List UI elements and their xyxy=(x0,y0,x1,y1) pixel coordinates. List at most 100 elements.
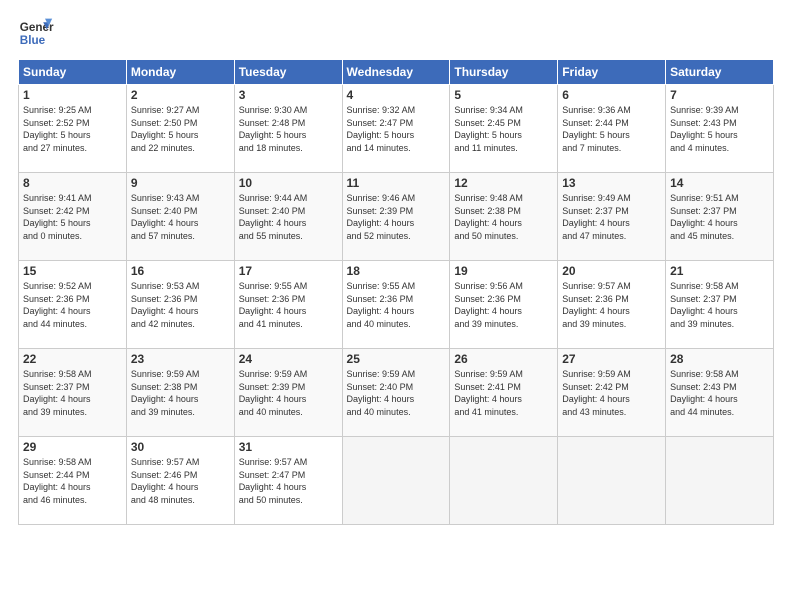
calendar-cell: 10 Sunrise: 9:44 AM Sunset: 2:40 PM Dayli… xyxy=(234,173,342,261)
page-container: General Blue SundayMondayTuesdayWednesda… xyxy=(0,0,792,612)
calendar-cell: 2 Sunrise: 9:27 AM Sunset: 2:50 PM Daylig… xyxy=(126,85,234,173)
calendar-cell: 1 Sunrise: 9:25 AM Sunset: 2:52 PM Daylig… xyxy=(19,85,127,173)
calendar-cell: 20 Sunrise: 9:57 AM Sunset: 2:36 PM Dayli… xyxy=(558,261,666,349)
cell-info: Sunrise: 9:58 AM Sunset: 2:43 PM Dayligh… xyxy=(670,368,769,418)
svg-text:Blue: Blue xyxy=(20,34,46,47)
day-number: 20 xyxy=(562,264,661,278)
calendar-cell: 27Sunrise: 9:59 AM Sunset: 2:42 PM Dayli… xyxy=(558,349,666,437)
cell-info: Sunrise: 9:52 AM Sunset: 2:36 PM Dayligh… xyxy=(23,280,122,330)
calendar-cell: 23Sunrise: 9:59 AM Sunset: 2:38 PM Dayli… xyxy=(126,349,234,437)
calendar-table: SundayMondayTuesdayWednesdayThursdayFrid… xyxy=(18,59,774,525)
cell-info: Sunrise: 9:27 AM Sunset: 2:50 PM Dayligh… xyxy=(131,104,230,154)
cell-info: Sunrise: 9:58 AM Sunset: 2:37 PM Dayligh… xyxy=(23,368,122,418)
calendar-cell: 26 Sunrise: 9:59 AM Sunset: 2:41 PM Dayli… xyxy=(450,349,558,437)
calendar-cell: 16 Sunrise: 9:53 AM Sunset: 2:36 PM Dayli… xyxy=(126,261,234,349)
calendar-header-sunday: Sunday xyxy=(19,60,127,85)
calendar-cell: 7 Sunrise: 9:39 AM Sunset: 2:43 PM Daylig… xyxy=(666,85,774,173)
cell-info: Sunrise: 9:58 AM Sunset: 2:37 PM Dayligh… xyxy=(670,280,769,330)
cell-info: Sunrise: 9:49 AM Sunset: 2:37 PM Dayligh… xyxy=(562,192,661,242)
calendar-week-row: 29Sunrise: 9:58 AM Sunset: 2:44 PM Dayli… xyxy=(19,437,774,525)
day-number: 15 xyxy=(23,264,122,278)
calendar-cell: 22 Sunrise: 9:58 AM Sunset: 2:37 PM Dayli… xyxy=(19,349,127,437)
calendar-cell: 19 Sunrise: 9:56 AM Sunset: 2:36 PM Dayli… xyxy=(450,261,558,349)
cell-info: Sunrise: 9:59 AM Sunset: 2:41 PM Dayligh… xyxy=(454,368,553,418)
calendar-cell xyxy=(450,437,558,525)
cell-info: Sunrise: 9:34 AM Sunset: 2:45 PM Dayligh… xyxy=(454,104,553,154)
day-number: 18 xyxy=(347,264,446,278)
calendar-cell: 28 Sunrise: 9:58 AM Sunset: 2:43 PM Dayli… xyxy=(666,349,774,437)
cell-info: Sunrise: 9:48 AM Sunset: 2:38 PM Dayligh… xyxy=(454,192,553,242)
calendar-cell: 6Sunrise: 9:36 AM Sunset: 2:44 PM Daylig… xyxy=(558,85,666,173)
calendar-header-saturday: Saturday xyxy=(666,60,774,85)
calendar-cell: 30 Sunrise: 9:57 AM Sunset: 2:46 PM Dayli… xyxy=(126,437,234,525)
day-number: 11 xyxy=(347,176,446,190)
cell-info: Sunrise: 9:53 AM Sunset: 2:36 PM Dayligh… xyxy=(131,280,230,330)
calendar-cell xyxy=(342,437,450,525)
cell-info: Sunrise: 9:59 AM Sunset: 2:40 PM Dayligh… xyxy=(347,368,446,418)
cell-info: Sunrise: 9:43 AM Sunset: 2:40 PM Dayligh… xyxy=(131,192,230,242)
cell-info: Sunrise: 9:57 AM Sunset: 2:47 PM Dayligh… xyxy=(239,456,338,506)
calendar-cell: 13 Sunrise: 9:49 AM Sunset: 2:37 PM Dayli… xyxy=(558,173,666,261)
cell-info: Sunrise: 9:25 AM Sunset: 2:52 PM Dayligh… xyxy=(23,104,122,154)
calendar-cell: 24 Sunrise: 9:59 AM Sunset: 2:39 PM Dayli… xyxy=(234,349,342,437)
calendar-cell: 4Sunrise: 9:32 AM Sunset: 2:47 PM Daylig… xyxy=(342,85,450,173)
calendar-cell: 18 Sunrise: 9:55 AM Sunset: 2:36 PM Dayli… xyxy=(342,261,450,349)
cell-info: Sunrise: 9:57 AM Sunset: 2:36 PM Dayligh… xyxy=(562,280,661,330)
day-number: 5 xyxy=(454,88,553,102)
cell-info: Sunrise: 9:55 AM Sunset: 2:36 PM Dayligh… xyxy=(239,280,338,330)
calendar-week-row: 15 Sunrise: 9:52 AM Sunset: 2:36 PM Dayli… xyxy=(19,261,774,349)
calendar-cell: 31 Sunrise: 9:57 AM Sunset: 2:47 PM Dayli… xyxy=(234,437,342,525)
day-number: 10 xyxy=(239,176,338,190)
cell-info: Sunrise: 9:56 AM Sunset: 2:36 PM Dayligh… xyxy=(454,280,553,330)
calendar-cell xyxy=(666,437,774,525)
calendar-week-row: 22 Sunrise: 9:58 AM Sunset: 2:37 PM Dayli… xyxy=(19,349,774,437)
day-number: 9 xyxy=(131,176,230,190)
page-header: General Blue xyxy=(18,15,774,51)
day-number: 2 xyxy=(131,88,230,102)
calendar-cell: 9 Sunrise: 9:43 AM Sunset: 2:40 PM Daylig… xyxy=(126,173,234,261)
logo-icon: General Blue xyxy=(18,15,54,51)
day-number: 4 xyxy=(347,88,446,102)
day-number: 25 xyxy=(347,352,446,366)
day-number: 7 xyxy=(670,88,769,102)
calendar-cell: 17Sunrise: 9:55 AM Sunset: 2:36 PM Dayli… xyxy=(234,261,342,349)
cell-info: Sunrise: 9:59 AM Sunset: 2:39 PM Dayligh… xyxy=(239,368,338,418)
day-number: 24 xyxy=(239,352,338,366)
calendar-cell: 8 Sunrise: 9:41 AM Sunset: 2:42 PM Daylig… xyxy=(19,173,127,261)
day-number: 19 xyxy=(454,264,553,278)
cell-info: Sunrise: 9:44 AM Sunset: 2:40 PM Dayligh… xyxy=(239,192,338,242)
day-number: 22 xyxy=(23,352,122,366)
day-number: 3 xyxy=(239,88,338,102)
day-number: 1 xyxy=(23,88,122,102)
cell-info: Sunrise: 9:30 AM Sunset: 2:48 PM Dayligh… xyxy=(239,104,338,154)
cell-info: Sunrise: 9:59 AM Sunset: 2:38 PM Dayligh… xyxy=(131,368,230,418)
day-number: 31 xyxy=(239,440,338,454)
day-number: 26 xyxy=(454,352,553,366)
calendar-cell: 29Sunrise: 9:58 AM Sunset: 2:44 PM Dayli… xyxy=(19,437,127,525)
calendar-cell: 15 Sunrise: 9:52 AM Sunset: 2:36 PM Dayli… xyxy=(19,261,127,349)
day-number: 6 xyxy=(562,88,661,102)
calendar-week-row: 1 Sunrise: 9:25 AM Sunset: 2:52 PM Daylig… xyxy=(19,85,774,173)
calendar-cell xyxy=(558,437,666,525)
day-number: 21 xyxy=(670,264,769,278)
calendar-cell: 5 Sunrise: 9:34 AM Sunset: 2:45 PM Daylig… xyxy=(450,85,558,173)
calendar-week-row: 8 Sunrise: 9:41 AM Sunset: 2:42 PM Daylig… xyxy=(19,173,774,261)
day-number: 16 xyxy=(131,264,230,278)
cell-info: Sunrise: 9:39 AM Sunset: 2:43 PM Dayligh… xyxy=(670,104,769,154)
calendar-header-thursday: Thursday xyxy=(450,60,558,85)
day-number: 29 xyxy=(23,440,122,454)
day-number: 28 xyxy=(670,352,769,366)
calendar-cell: 11Sunrise: 9:46 AM Sunset: 2:39 PM Dayli… xyxy=(342,173,450,261)
calendar-header-monday: Monday xyxy=(126,60,234,85)
day-number: 30 xyxy=(131,440,230,454)
cell-info: Sunrise: 9:57 AM Sunset: 2:46 PM Dayligh… xyxy=(131,456,230,506)
calendar-cell: 12Sunrise: 9:48 AM Sunset: 2:38 PM Dayli… xyxy=(450,173,558,261)
calendar-cell: 25 Sunrise: 9:59 AM Sunset: 2:40 PM Dayli… xyxy=(342,349,450,437)
day-number: 8 xyxy=(23,176,122,190)
day-number: 27 xyxy=(562,352,661,366)
calendar-header-row: SundayMondayTuesdayWednesdayThursdayFrid… xyxy=(19,60,774,85)
cell-info: Sunrise: 9:41 AM Sunset: 2:42 PM Dayligh… xyxy=(23,192,122,242)
calendar-header-tuesday: Tuesday xyxy=(234,60,342,85)
cell-info: Sunrise: 9:55 AM Sunset: 2:36 PM Dayligh… xyxy=(347,280,446,330)
day-number: 13 xyxy=(562,176,661,190)
